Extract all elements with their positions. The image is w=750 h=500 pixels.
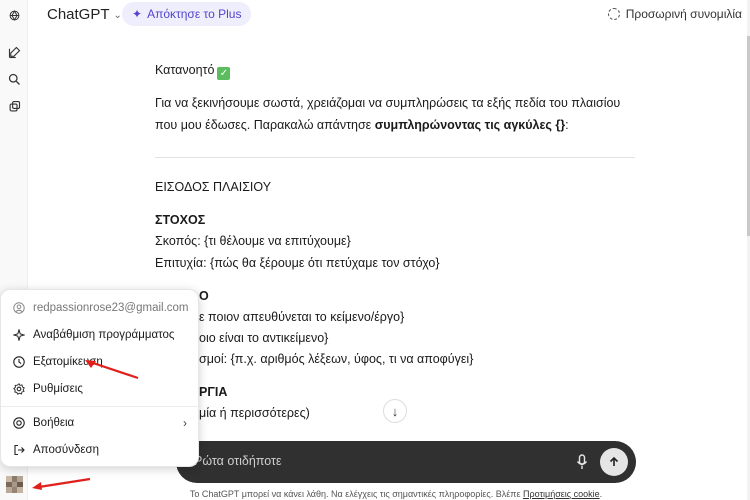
partial-line-2: οιο είναι το αντικείμενο} xyxy=(199,331,329,345)
get-plus-label: Απόκτησε το Plus xyxy=(147,7,242,21)
upgrade-label: Αναβάθμιση προγράμματος xyxy=(33,329,175,341)
chevron-down-icon: ⌄ xyxy=(113,10,122,21)
annotation-arrow-avatar xyxy=(32,477,91,490)
partial-line-1: ε ποιον απευθύνεται το κείμενο/έργο} xyxy=(199,310,405,324)
menu-item-upgrade[interactable]: Αναβάθμιση προγράμματος xyxy=(13,325,189,345)
help-icon xyxy=(13,417,25,429)
scroll-down-button[interactable]: ↓ xyxy=(383,399,407,423)
footer-end: . xyxy=(599,489,603,499)
sparkle-icon: ✦ xyxy=(132,7,143,21)
gear-icon xyxy=(13,383,25,395)
new-chat-icon[interactable] xyxy=(6,44,22,60)
temporary-chat-icon xyxy=(607,8,620,20)
settings-label: Ρυθμίσεις xyxy=(33,383,83,395)
annotation-arrow-customize xyxy=(85,360,139,380)
partial-line-3: σμοί: {π.χ. αριθμός λέξεων, ύφος, τι να … xyxy=(199,352,474,366)
partial-line-4: μία ή περισσότερες) xyxy=(199,406,310,420)
chevron-right-icon: › xyxy=(183,416,187,430)
understood-line: Κατανοητό ✓ xyxy=(155,63,231,80)
app-title-label: ChatGPT xyxy=(47,6,110,23)
footer-disclaimer: Το ChatGPT μπορεί να κάνει λάθη. Να ελέγ… xyxy=(176,489,616,499)
email-label: redpassionrose23@gmail.com xyxy=(33,302,189,314)
intro-line-2: που μου έδωσες. Παρακαλώ απάντησε συμπλη… xyxy=(155,118,569,132)
arrow-down-icon: ↓ xyxy=(391,403,399,419)
composer[interactable]: Ρώτα οτιδήποτε xyxy=(176,441,636,483)
intro-colon: : xyxy=(565,118,569,132)
send-button[interactable] xyxy=(600,448,628,476)
temporary-chat-label: Προσωρινή συνομιλία xyxy=(625,7,742,21)
top-header: ChatGPT ⌄ ✦ Απόκτησε το Plus Προσωρινή σ… xyxy=(28,0,750,30)
goal-purpose: Σκοπός: {τι θέλουμε να επιτύχουμε} xyxy=(155,234,351,248)
goal-heading: ΣΤΟΧΟΣ xyxy=(155,213,206,227)
logout-label: Αποσύνδεση xyxy=(33,444,99,456)
goal-success: Επιτυχία: {πώς θα ξέρουμε ότι πετύχαμε τ… xyxy=(155,256,440,270)
footer-text: Το ChatGPT μπορεί να κάνει λάθη. Να ελέγ… xyxy=(189,489,523,499)
intro-text: που μου έδωσες. Παρακαλώ απάντησε xyxy=(155,118,375,132)
intro-line-1: Για να ξεκινήσουμε σωστά, χρειάζομαι να … xyxy=(155,96,621,110)
openai-logo-icon[interactable] xyxy=(6,7,22,23)
cookie-preferences-link[interactable]: Προτιμήσεις cookie xyxy=(523,489,600,499)
divider xyxy=(155,157,635,158)
understood-text: Κατανοητό xyxy=(155,63,215,77)
checkmark-icon: ✓ xyxy=(217,67,231,80)
menu-item-logout[interactable]: Αποσύνδεση xyxy=(13,440,189,460)
menu-divider xyxy=(1,406,198,407)
model-selector[interactable]: ChatGPT ⌄ xyxy=(47,6,122,23)
search-icon[interactable] xyxy=(6,71,22,87)
composer-placeholder[interactable]: Ρώτα οτιδήποτε xyxy=(194,454,282,468)
customize-icon xyxy=(13,356,25,368)
help-label: Βοήθεια xyxy=(33,417,75,429)
library-icon[interactable] xyxy=(6,98,22,114)
section-title: ΕΙΣΟΔΟΣ ΠΛΑΙΣΙΟΥ xyxy=(155,180,272,194)
temporary-chat-button[interactable]: Προσωρινή συνομιλία xyxy=(607,7,742,21)
sparkle-icon xyxy=(13,329,25,341)
partial-heading: Ο xyxy=(199,289,209,303)
intro-bold-text: συμπληρώνοντας τις αγκύλες {} xyxy=(374,118,566,132)
menu-item-help[interactable]: Βοήθεια › xyxy=(13,413,189,433)
mic-icon[interactable] xyxy=(576,454,588,470)
send-icon xyxy=(609,456,619,466)
user-circle-icon xyxy=(13,302,25,314)
menu-item-email: redpassionrose23@gmail.com xyxy=(13,298,189,318)
logout-icon xyxy=(14,444,25,456)
avatar[interactable] xyxy=(6,476,23,493)
menu-item-settings[interactable]: Ρυθμίσεις xyxy=(13,379,189,399)
partial-heading-2: ΡΓΙΑ xyxy=(199,385,228,399)
get-plus-button[interactable]: ✦ Απόκτησε το Plus xyxy=(122,2,252,26)
